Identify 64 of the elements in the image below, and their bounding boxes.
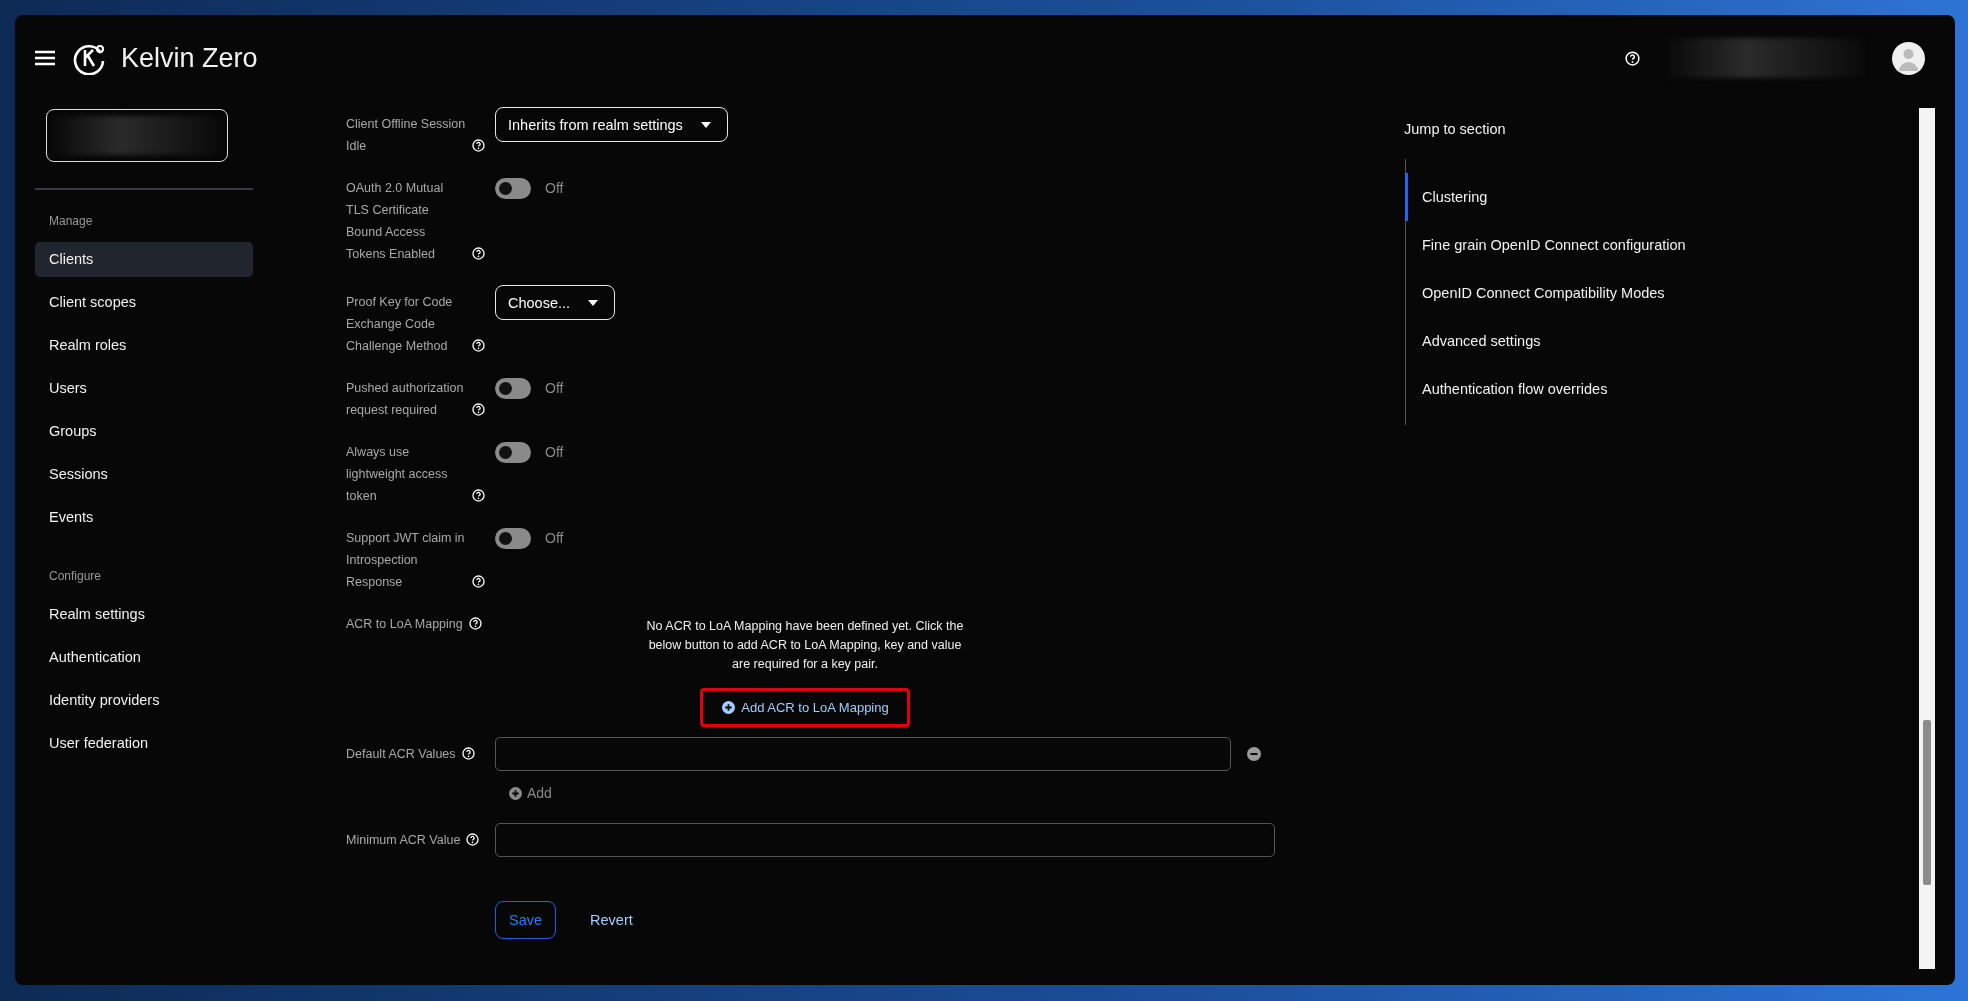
field-label: OAuth 2.0 Mutual TLS Certificate Bound Access Tokens Enabled	[346, 180, 445, 263]
field-label: Always use lightweight access token	[346, 444, 449, 505]
scrollbar[interactable]	[1919, 108, 1935, 969]
toggle-state-label: Off	[545, 530, 564, 546]
empty-state-message: No ACR to LoA Mapping have been defined yet. Click the below button to add ACR to LoA Mapping, key and value are required for a key pair.	[645, 618, 965, 673]
field-label: Support JWT claim in Introspection Response	[346, 530, 466, 591]
jump-link[interactable]: Advanced settings	[1405, 317, 1919, 365]
save-button[interactable]: Save	[495, 901, 557, 939]
nav-item[interactable]: Authentication	[35, 640, 253, 675]
nav-section-title: Configure	[48, 568, 103, 585]
nav-section-title: Manage	[48, 213, 94, 230]
organization-selector[interactable]	[46, 109, 228, 162]
add-button[interactable]: Add	[495, 785, 566, 801]
menu-icon[interactable]	[35, 50, 55, 66]
help-icon[interactable]	[468, 617, 482, 630]
toggle-switch[interactable]	[495, 527, 531, 549]
add-mapping-button[interactable]: Add ACR to LoA Mapping	[700, 688, 910, 727]
help-icon[interactable]	[472, 489, 485, 502]
remove-icon[interactable]	[1247, 747, 1261, 761]
nav-item[interactable]: Clients	[35, 242, 253, 277]
help-icon[interactable]	[472, 575, 485, 588]
toggle-switch[interactable]	[495, 177, 531, 199]
select-dropdown[interactable]: Inherits from realm settings	[495, 107, 728, 142]
jump-link[interactable]: OpenID Connect Compatibility Modes	[1405, 269, 1919, 317]
help-icon[interactable]	[472, 247, 485, 260]
toggle-switch[interactable]	[495, 441, 531, 463]
select-dropdown[interactable]: Choose...	[495, 285, 616, 320]
toggle-switch[interactable]	[495, 377, 531, 399]
nav-item[interactable]: Realm roles	[35, 328, 253, 363]
plus-circle-icon	[722, 701, 736, 714]
field-label: Pushed authorization request required	[346, 380, 465, 419]
jump-link[interactable]: Fine grain OpenID Connect configuration	[1405, 221, 1919, 269]
brand-name: Kelvin Zero	[121, 42, 258, 74]
help-icon[interactable]	[472, 139, 485, 152]
toggle-state-label: Off	[545, 180, 564, 196]
input-field[interactable]	[495, 737, 1231, 771]
nav-item[interactable]: Groups	[35, 414, 253, 449]
help-icon[interactable]	[461, 747, 475, 760]
help-icon[interactable]	[472, 403, 485, 416]
field-label: Proof Key for Code Exchange Code Challenge Method	[346, 294, 454, 355]
toggle-state-label: Off	[545, 444, 564, 460]
nav-item[interactable]: Identity providers	[35, 683, 253, 718]
toggle-state-label: Off	[545, 380, 564, 396]
field-label: ACR to LoA Mapping	[346, 616, 463, 633]
field-label: Minimum ACR Value	[346, 832, 461, 849]
caret-icon	[700, 121, 711, 128]
nav-item[interactable]: Realm settings	[35, 597, 253, 632]
help-icon[interactable]	[472, 339, 485, 352]
field-label: Default ACR Values	[346, 746, 456, 763]
nav-item[interactable]: Users	[35, 371, 253, 406]
nav-item[interactable]: Events	[35, 500, 253, 535]
jump-link[interactable]: Authentication flow overrides	[1405, 365, 1919, 413]
revert-button[interactable]: Revert	[584, 911, 639, 929]
help-icon[interactable]	[1625, 50, 1640, 66]
field-label: Client Offline Session Idle	[346, 116, 466, 155]
input-field[interactable]	[495, 823, 1275, 857]
nav-item[interactable]: User federation	[35, 726, 253, 761]
nav-item[interactable]: Client scopes	[35, 285, 253, 320]
nav-item[interactable]: Sessions	[35, 457, 253, 492]
caret-icon	[588, 299, 599, 306]
avatar-icon[interactable]	[1892, 41, 1925, 75]
plus-circle-icon	[509, 786, 522, 800]
jump-section-title: Jump to section	[1404, 121, 1507, 137]
help-icon[interactable]	[466, 833, 480, 846]
